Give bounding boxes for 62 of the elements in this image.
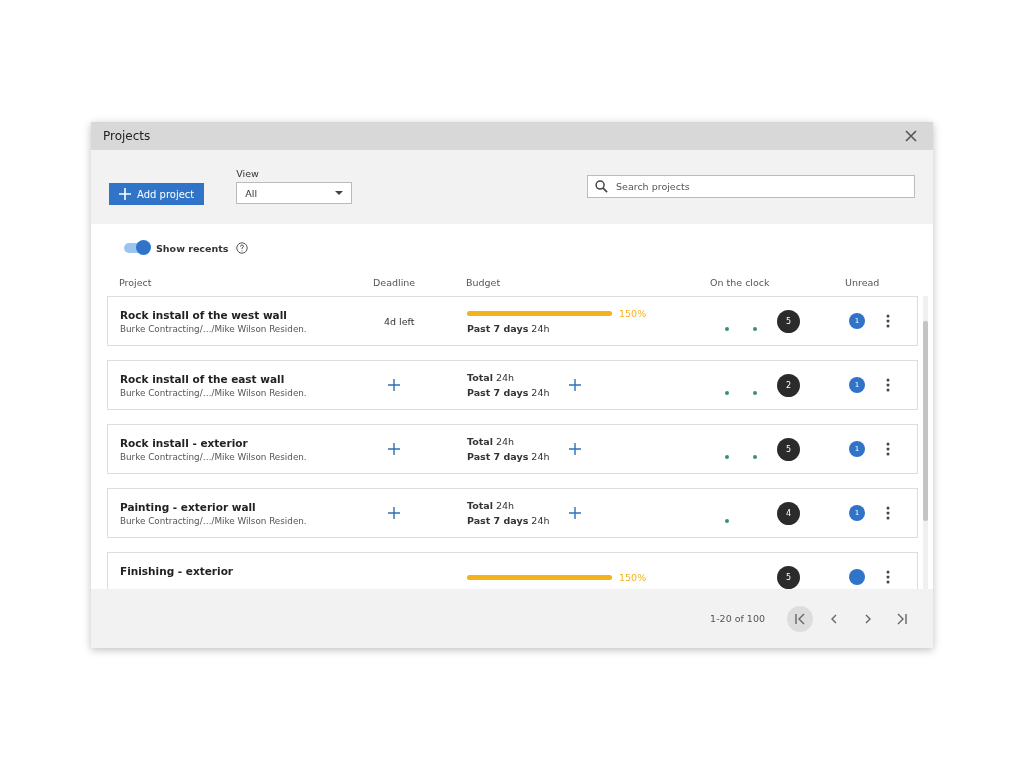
add-icon[interactable]	[569, 507, 582, 519]
page-range: 1-20 of 100	[710, 613, 765, 624]
deadline-text: 4d left	[384, 315, 415, 327]
project-title: Rock install - exterior	[120, 437, 249, 449]
caret-icon	[335, 191, 344, 195]
activity-dot	[725, 519, 729, 523]
budget-percent: 150%	[619, 308, 647, 319]
clock-count-badge: 2	[777, 373, 800, 397]
window-title: Projects	[103, 129, 151, 143]
scrollbar-thumb[interactable]	[923, 321, 928, 521]
column-header: Project	[119, 276, 153, 288]
budget-percent: 150%	[619, 571, 647, 583]
budget-hours: Total 24h	[467, 436, 516, 447]
budget-hours: Past 7 days 24h	[467, 451, 550, 462]
unread-badge	[849, 569, 865, 585]
project-path: Burke Contracting/…/Mike Wilson Residen.	[120, 452, 308, 462]
clock-count-badge: 4	[777, 501, 800, 525]
more-icon[interactable]	[886, 442, 890, 456]
column-header: Deadline	[373, 276, 417, 288]
more-icon[interactable]	[886, 314, 890, 328]
more-icon[interactable]	[886, 506, 890, 520]
first-page-icon[interactable]	[787, 605, 813, 632]
close-icon[interactable]	[905, 130, 917, 142]
project-title: Rock install of the east wall	[120, 373, 286, 385]
show-recents-label: Show recents	[156, 242, 229, 254]
add-icon[interactable]	[569, 379, 582, 391]
column-header: On the clock	[710, 276, 771, 288]
project-title: Rock install of the west wall	[120, 309, 288, 321]
activity-dot	[753, 391, 757, 395]
help-icon[interactable]	[236, 242, 249, 254]
view-dropdown[interactable]: All	[236, 182, 353, 204]
activity-dot	[725, 327, 729, 331]
clock-count-badge: 5	[777, 565, 800, 589]
add-icon[interactable]	[388, 379, 400, 391]
project-path: Burke Contracting/…/Mike Wilson Residen.	[120, 388, 308, 398]
budget-hours: Total 24h	[467, 500, 516, 511]
project-path: Burke Contracting/…/Mike Wilson Residen.	[120, 516, 308, 526]
activity-dot	[725, 455, 729, 459]
project-title: Painting - exterior wall	[120, 501, 257, 513]
clock-count-badge: 5	[777, 437, 800, 461]
clock-count-badge: 5	[777, 309, 800, 333]
budget-hours: Past 7 days 24h	[467, 323, 551, 334]
add-icon[interactable]	[388, 443, 400, 455]
more-icon[interactable]	[886, 570, 890, 584]
add-project-button[interactable]: Add project	[109, 183, 205, 205]
view-label: View	[236, 168, 260, 179]
column-header: Unread	[845, 276, 880, 288]
toggle-switch[interactable]	[124, 243, 148, 253]
activity-dot	[753, 455, 757, 459]
project-title: Finishing - exterior	[120, 565, 235, 577]
budget-hours: Past 7 days 24h	[467, 515, 550, 526]
column-header: Budget	[466, 276, 502, 288]
budget-hours: Total 24h	[467, 372, 516, 383]
more-icon[interactable]	[886, 378, 890, 392]
budget-hours: Past 7 days 24h	[467, 387, 550, 398]
plus-icon	[119, 188, 131, 200]
add-icon[interactable]	[388, 507, 400, 519]
add-icon[interactable]	[569, 443, 582, 455]
search-field[interactable]: Search projects	[587, 174, 915, 198]
project-path: Burke Contracting/…/Mike Wilson Residen.	[120, 324, 308, 334]
activity-dot	[725, 391, 729, 395]
activity-dot	[753, 327, 757, 331]
